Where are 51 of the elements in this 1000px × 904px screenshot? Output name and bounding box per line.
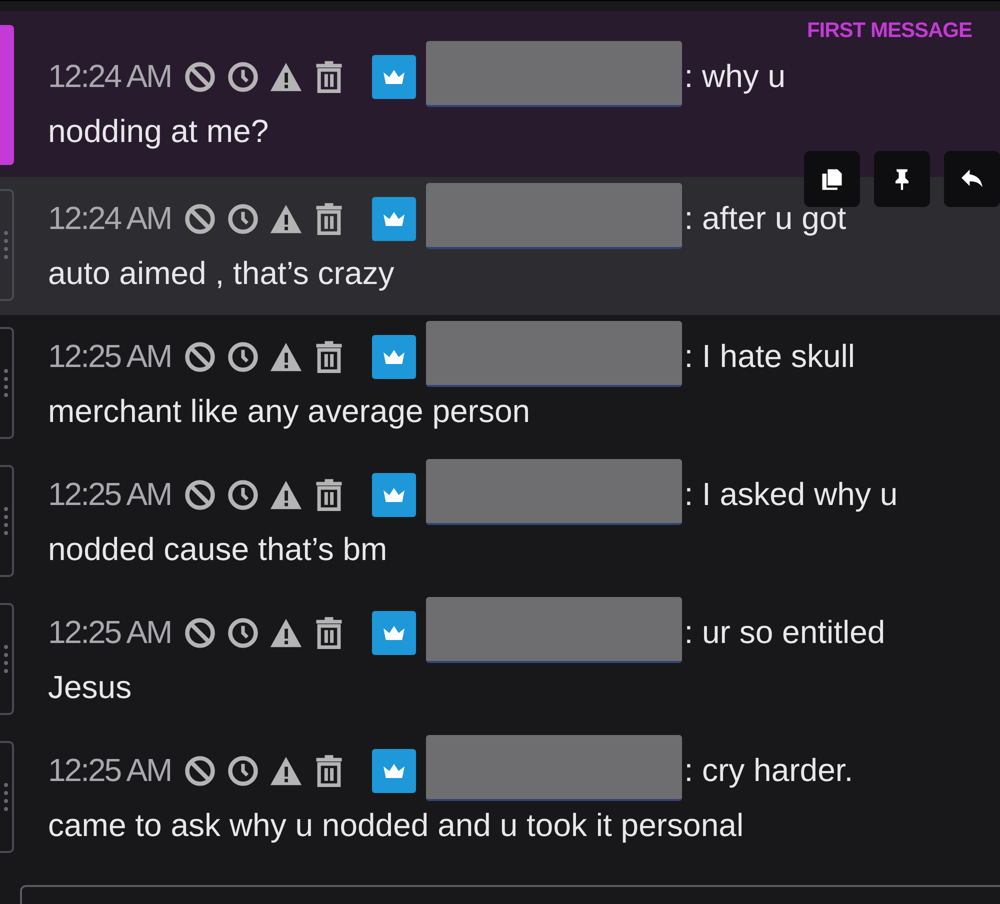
- message-text: : why u: [684, 58, 786, 95]
- clock-icon[interactable]: [226, 616, 260, 650]
- chat-message[interactable]: 12:25 AM : cry harder. came to ask why u nodded and u took it personal: [0, 729, 1000, 867]
- message-text: : I hate skull: [684, 338, 855, 375]
- message-text: : cry harder.: [684, 752, 854, 789]
- ban-icon[interactable]: [183, 60, 218, 94]
- drag-handle[interactable]: [0, 603, 14, 715]
- message-text: nodded cause that’s bm: [48, 531, 388, 568]
- chat-message[interactable]: 12:25 AM : I asked why u nodded cause that’s bm: [0, 453, 1000, 591]
- timestamp: 12:24 AM: [48, 200, 172, 237]
- clock-icon[interactable]: [226, 754, 260, 788]
- chat-message[interactable]: 12:25 AM : ur so entitled Jesus: [0, 591, 1000, 729]
- timestamp: 12:25 AM: [48, 338, 172, 375]
- ban-icon[interactable]: [183, 754, 218, 788]
- ban-icon[interactable]: [183, 616, 218, 650]
- timestamp: 12:24 AM: [48, 58, 172, 95]
- drag-handle[interactable]: [0, 741, 14, 853]
- ban-icon[interactable]: [183, 340, 218, 374]
- message-text: : after u got: [684, 200, 846, 237]
- pin-button[interactable]: [874, 151, 930, 207]
- clock-icon[interactable]: [226, 202, 260, 236]
- reply-button[interactable]: [944, 151, 1000, 207]
- chat-message[interactable]: 12:24 AM : after u got auto aimed , that’s crazy: [0, 177, 1000, 315]
- timestamp: 12:25 AM: [48, 476, 172, 513]
- first-message-label: FIRST MESSAGE: [806, 19, 972, 43]
- crown-badge-icon: [372, 196, 416, 240]
- message-text: Jesus: [48, 669, 132, 706]
- crown-badge-icon: [372, 54, 416, 98]
- chat-message[interactable]: 12:25 AM : I hate skull merchant like any average person: [0, 315, 1000, 453]
- clock-icon[interactable]: [226, 60, 260, 94]
- message-text: : I asked why u: [684, 476, 898, 513]
- clock-icon[interactable]: [226, 340, 260, 374]
- clock-icon[interactable]: [226, 478, 260, 512]
- crown-badge-icon: [372, 610, 416, 654]
- message-text: merchant like any average person: [48, 393, 530, 430]
- copy-button[interactable]: [804, 151, 860, 207]
- drag-handle[interactable]: [0, 189, 14, 301]
- drag-handle[interactable]: [0, 327, 14, 439]
- message-text: : ur so entitled: [684, 614, 886, 651]
- message-text: auto aimed , that’s crazy: [48, 255, 394, 292]
- message-text: nodding at me?: [48, 113, 269, 150]
- timestamp: 12:25 AM: [48, 614, 172, 651]
- ban-icon[interactable]: [183, 202, 218, 236]
- crown-badge-icon: [372, 472, 416, 516]
- timestamp: 12:25 AM: [48, 752, 172, 789]
- drag-handle[interactable]: [0, 465, 14, 577]
- crown-badge-icon: [372, 334, 416, 378]
- message-text: came to ask why u nodded and u took it personal: [48, 807, 744, 844]
- crown-badge-icon: [372, 748, 416, 792]
- chat-message[interactable]: FIRST MESSAGE 12:24 AM : why u nodding at me?: [0, 11, 1000, 177]
- ban-icon[interactable]: [183, 478, 218, 512]
